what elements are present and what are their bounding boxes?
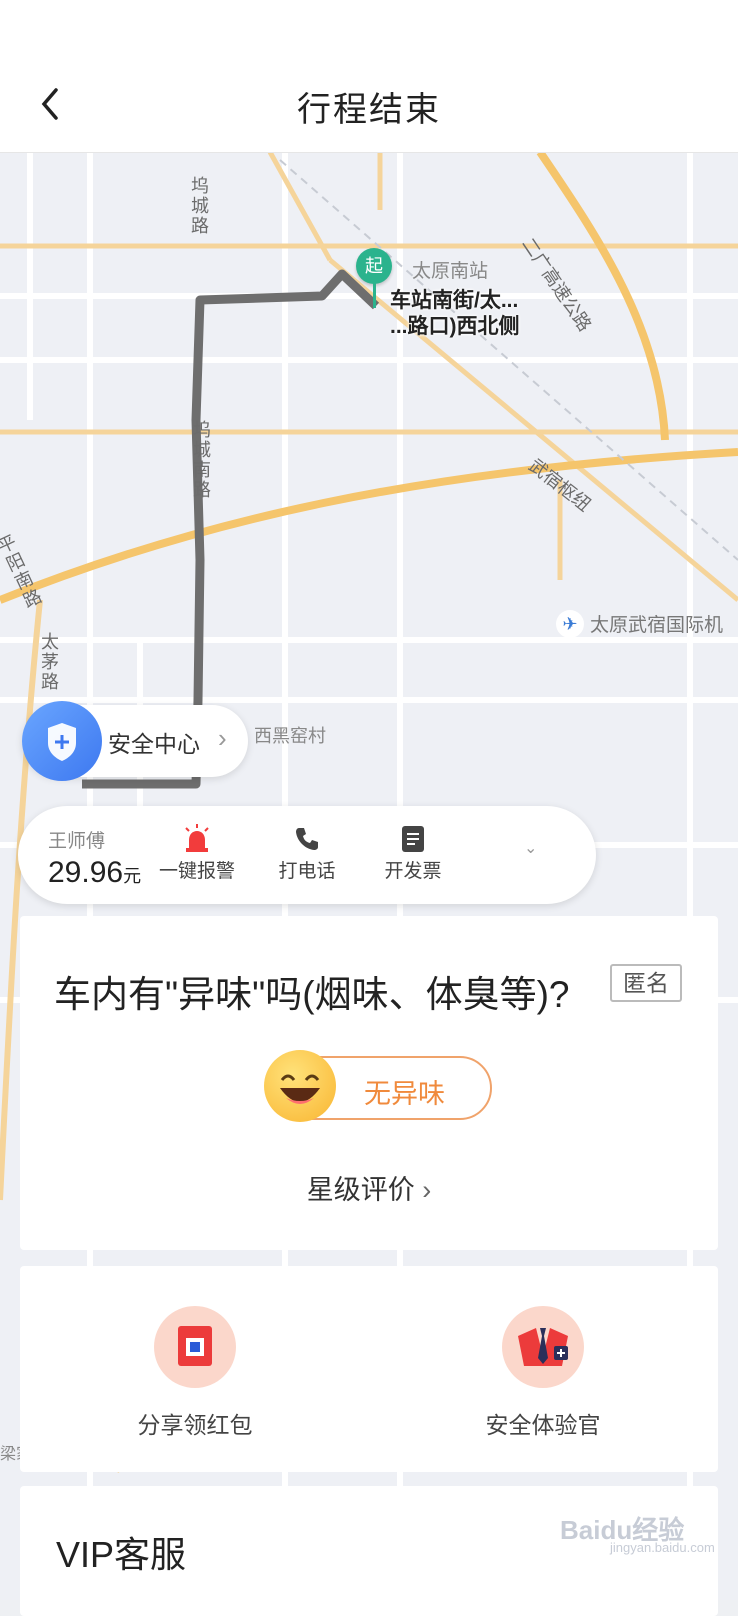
chevron-down-icon[interactable]: ⌄ xyxy=(524,838,537,858)
odor-survey-card: 车内有"异味"吗(烟味、体臭等)? 匿名 无异味 星级评价 › xyxy=(20,916,718,1250)
road-label-wucheng-south: 坞城南路 xyxy=(191,420,211,500)
invoice-button[interactable]: 开发票 xyxy=(358,822,468,883)
vip-service-title: VIP客服 xyxy=(56,1534,187,1575)
place-label-airport: 太原武宿国际机 xyxy=(590,615,724,636)
safety-officer-label: 安全体验官 xyxy=(485,1412,601,1438)
invoice-label: 开发票 xyxy=(384,861,442,882)
driver-name: 王师傅 xyxy=(48,831,106,852)
no-odor-button[interactable]: 无异味 xyxy=(264,1050,492,1122)
laughing-face-icon xyxy=(264,1050,336,1122)
airplane-icon: ✈ xyxy=(556,610,584,638)
place-label-station: 太原南站 xyxy=(412,261,489,282)
fare-currency: 元 xyxy=(123,866,142,886)
top-bar: 行程结束 xyxy=(0,0,738,153)
trip-summary-bar: 王师傅 29.96元 一键报警 打电话 开发票 ⌄ xyxy=(18,806,596,904)
page-title: 行程结束 xyxy=(297,91,441,129)
survey-question: 车内有"异味"吗(烟味、体臭等)? xyxy=(54,974,570,1015)
alarm-icon xyxy=(185,824,209,852)
phone-icon xyxy=(296,828,318,850)
invoice-icon xyxy=(402,826,424,852)
start-pin-stem xyxy=(373,282,376,308)
promo-card: 分享领红包 安全体验官 xyxy=(20,1266,718,1472)
fare-amount: 29.96 xyxy=(48,856,124,889)
road-label-wucheng: 坞城路 xyxy=(189,176,209,236)
no-odor-label: 无异味 xyxy=(364,1079,445,1109)
call-button[interactable]: 打电话 xyxy=(252,822,362,883)
safety-officer-icon xyxy=(518,1328,568,1366)
emergency-alarm-label: 一键报警 xyxy=(158,861,235,882)
place-label-village: 西黑窑村 xyxy=(254,726,326,746)
safety-officer-button[interactable] xyxy=(502,1306,584,1388)
road-label-taimao: 太茅路 xyxy=(39,632,59,692)
star-rating-label: 星级评价 xyxy=(306,1175,415,1205)
emergency-alarm-button[interactable]: 一键报警 xyxy=(142,822,252,883)
share-red-packet-label: 分享领红包 xyxy=(137,1412,253,1438)
start-pin[interactable]: 起 xyxy=(356,248,392,284)
chevron-right-icon: › xyxy=(218,723,227,753)
share-red-packet-button[interactable] xyxy=(154,1306,236,1388)
safety-center-label: 安全中心 xyxy=(108,731,200,757)
fare[interactable]: 29.96元 xyxy=(48,856,141,890)
baidu-watermark-url: jingyan.baidu.com xyxy=(610,1540,715,1555)
chevron-right-icon: › xyxy=(422,1175,432,1205)
star-rating-link[interactable]: 星级评价 › xyxy=(20,1168,718,1207)
start-location-label: 车站南街/太... ...路口)西北侧 xyxy=(390,288,520,340)
safety-center-button[interactable]: 安全中心 › xyxy=(22,701,248,781)
red-envelope-icon xyxy=(178,1326,212,1366)
call-label: 打电话 xyxy=(278,861,336,882)
shield-icon xyxy=(22,701,102,781)
anonymous-badge: 匿名 xyxy=(610,964,682,1002)
start-location-line2: ...路口)西北侧 xyxy=(390,315,520,338)
start-location-line1: 车站南街/太... xyxy=(390,289,519,312)
